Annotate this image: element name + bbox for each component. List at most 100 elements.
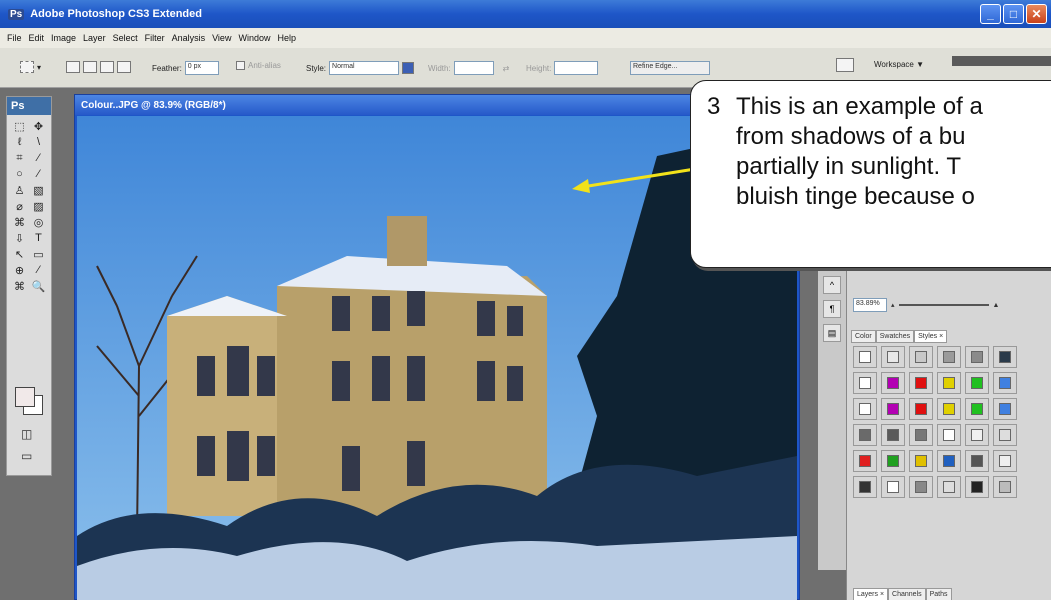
menu-select[interactable]: Select xyxy=(113,33,138,43)
tab-swatches[interactable]: Swatches xyxy=(875,330,915,343)
style-swatch[interactable] xyxy=(965,346,989,368)
width-input[interactable] xyxy=(453,61,494,75)
tab-styles[interactable]: Styles × xyxy=(914,330,948,343)
style-swatch[interactable] xyxy=(965,450,989,472)
dodge-tool-icon[interactable]: ◎ xyxy=(30,215,47,229)
zoom-in-icon[interactable]: ▲ xyxy=(993,302,1000,309)
style-swatch[interactable] xyxy=(937,372,961,394)
style-swatch[interactable] xyxy=(909,372,933,394)
style-swatch[interactable] xyxy=(853,398,877,420)
style-swatch[interactable] xyxy=(853,372,877,394)
style-swatch[interactable] xyxy=(881,372,905,394)
style-swatch[interactable] xyxy=(937,476,961,498)
history-brush-tool-icon[interactable]: ▧ xyxy=(30,183,47,197)
eraser-tool-icon[interactable]: ⌀ xyxy=(11,199,28,213)
new-selection-icon[interactable] xyxy=(66,61,80,73)
style-swatch[interactable] xyxy=(909,424,933,446)
style-dropdown-icon[interactable] xyxy=(402,62,415,74)
menu-edit[interactable]: Edit xyxy=(29,33,45,43)
height-input[interactable] xyxy=(554,61,599,75)
style-swatch[interactable] xyxy=(993,372,1017,394)
quick-mask-icon[interactable]: ◫ xyxy=(21,427,32,441)
menu-filter[interactable]: Filter xyxy=(145,33,165,43)
add-selection-icon[interactable] xyxy=(83,61,97,73)
menu-analysis[interactable]: Analysis xyxy=(172,33,206,43)
style-swatch[interactable] xyxy=(881,346,905,368)
style-swatch[interactable] xyxy=(881,476,905,498)
tab-layers[interactable]: Layers × xyxy=(853,588,889,600)
subtract-selection-icon[interactable] xyxy=(100,61,114,73)
brush-tool-icon[interactable]: ⁄ xyxy=(30,167,47,181)
layer-comps-icon[interactable]: ▤ xyxy=(823,324,841,342)
crop-tool-icon[interactable]: ⌗ xyxy=(11,151,28,165)
minimize-button[interactable]: _ xyxy=(980,4,1001,24)
style-swatch[interactable] xyxy=(993,450,1017,472)
path-select-tool-icon[interactable]: ↖ xyxy=(11,247,28,261)
close-button[interactable]: ✕ xyxy=(1026,4,1047,24)
style-swatch[interactable] xyxy=(909,346,933,368)
panel-collapse-icon[interactable]: ^ xyxy=(823,276,841,294)
style-swatch[interactable] xyxy=(937,424,961,446)
move-tool-icon[interactable]: ✥ xyxy=(30,119,47,133)
zoom-slider[interactable] xyxy=(898,304,989,306)
pen-tool-icon[interactable]: ⇩ xyxy=(11,231,28,245)
style-swatch[interactable] xyxy=(965,372,989,394)
healing-tool-icon[interactable]: ○ xyxy=(11,167,28,181)
eyedropper-tool-icon[interactable]: ⁄ xyxy=(30,263,47,277)
style-swatch[interactable] xyxy=(965,424,989,446)
tab-color[interactable]: Color xyxy=(851,330,876,343)
style-swatch[interactable] xyxy=(881,450,905,472)
shape-tool-icon[interactable]: ▭ xyxy=(30,247,47,261)
style-swatch[interactable] xyxy=(993,346,1017,368)
gradient-tool-icon[interactable]: ▨ xyxy=(30,199,47,213)
zoom-out-icon[interactable]: ▴ xyxy=(891,301,895,309)
screen-mode-icon[interactable]: ▭ xyxy=(21,449,32,463)
marquee-tool-icon[interactable]: ⬚ xyxy=(11,119,28,133)
style-swatch[interactable] xyxy=(853,450,877,472)
tab-paths[interactable]: Paths xyxy=(925,588,952,600)
menu-layer[interactable]: Layer xyxy=(83,33,106,43)
style-swatch[interactable] xyxy=(909,398,933,420)
style-swatch[interactable] xyxy=(881,424,905,446)
marquee-tool-preset[interactable]: ▾ xyxy=(20,61,41,73)
style-swatch[interactable] xyxy=(965,476,989,498)
hand-tool-icon[interactable]: ⌘ xyxy=(11,279,28,293)
refine-edge-button[interactable]: Refine Edge... xyxy=(630,61,710,75)
type-tool-icon[interactable]: T xyxy=(30,231,47,245)
style-select[interactable]: Normal xyxy=(329,61,400,75)
style-swatch[interactable] xyxy=(853,476,877,498)
maximize-button[interactable]: □ xyxy=(1003,4,1024,24)
menu-view[interactable]: View xyxy=(212,33,231,43)
menu-file[interactable]: File xyxy=(7,33,22,43)
intersect-selection-icon[interactable] xyxy=(117,61,131,73)
style-swatch[interactable] xyxy=(909,450,933,472)
style-swatch[interactable] xyxy=(937,450,961,472)
menu-help[interactable]: Help xyxy=(277,33,296,43)
foreground-color-swatch[interactable] xyxy=(15,387,35,407)
blur-tool-icon[interactable]: ⌘ xyxy=(11,215,28,229)
style-swatch[interactable] xyxy=(853,424,877,446)
style-swatch[interactable] xyxy=(853,346,877,368)
style-swatch[interactable] xyxy=(881,398,905,420)
feather-input[interactable]: 0 px xyxy=(184,61,219,75)
3d-tool-icon[interactable]: ⊕ xyxy=(11,263,28,277)
menu-image[interactable]: Image xyxy=(51,33,76,43)
style-swatch[interactable] xyxy=(937,398,961,420)
style-swatch[interactable] xyxy=(993,424,1017,446)
style-swatch[interactable] xyxy=(909,476,933,498)
tab-channels[interactable]: Channels xyxy=(888,588,926,600)
magic-wand-tool-icon[interactable]: \ xyxy=(30,135,47,149)
slice-tool-icon[interactable]: ⁄ xyxy=(30,151,47,165)
workspace-menu[interactable]: Workspace ▼ xyxy=(874,60,924,69)
lasso-tool-icon[interactable]: ℓ xyxy=(11,135,28,149)
style-swatch[interactable] xyxy=(965,398,989,420)
zoom-input[interactable]: 83.89% xyxy=(853,298,887,312)
menu-window[interactable]: Window xyxy=(238,33,270,43)
style-swatch[interactable] xyxy=(993,476,1017,498)
antialias-checkbox[interactable] xyxy=(236,61,245,70)
style-swatch[interactable] xyxy=(937,346,961,368)
style-swatch[interactable] xyxy=(993,398,1017,420)
bridge-icon[interactable] xyxy=(836,58,854,72)
stamp-tool-icon[interactable]: ♙ xyxy=(11,183,28,197)
zoom-tool-icon[interactable]: 🔍 xyxy=(30,279,47,293)
